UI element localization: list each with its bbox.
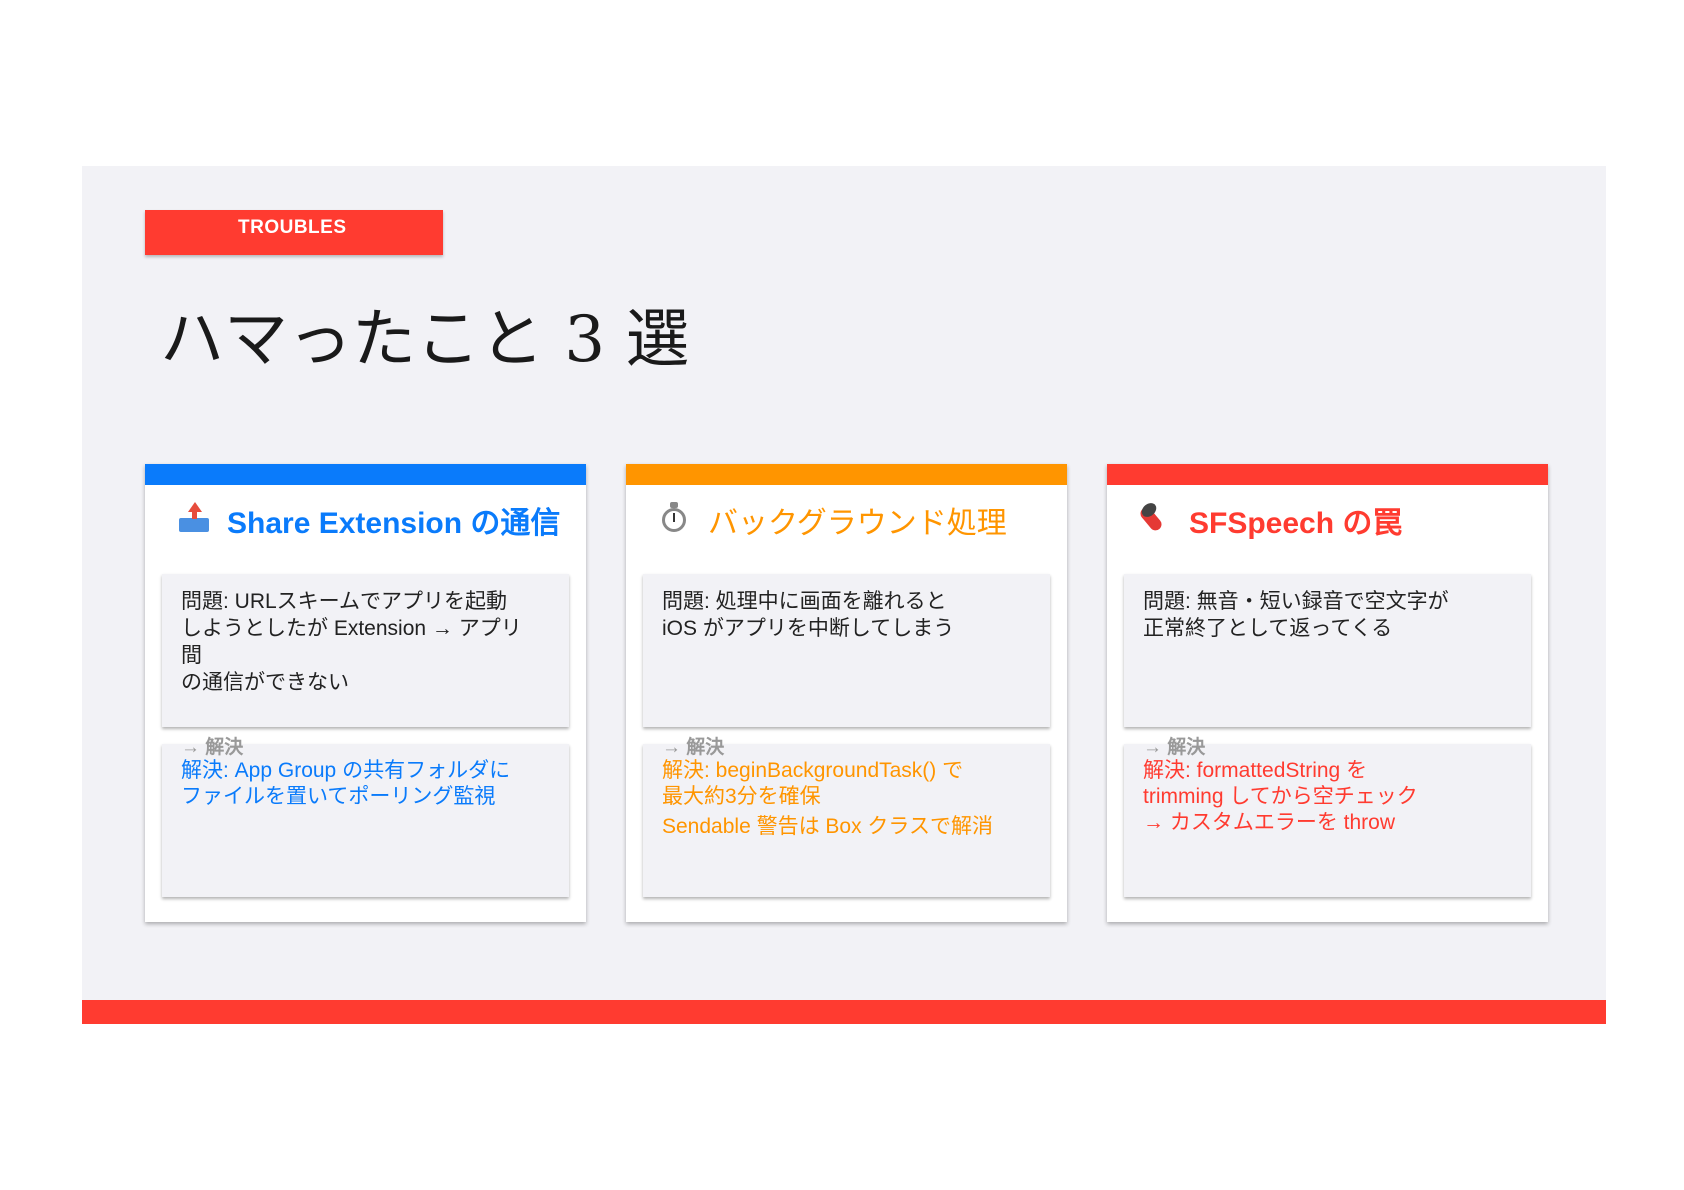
solution-text: 解決: formattedString を trimming してから空チェック…: [1143, 759, 1418, 834]
solution-box: → 解決 解決: App Group の共有フォルダに ファイルを置いてポーリン…: [162, 737, 569, 897]
stopwatch-icon: [658, 502, 694, 538]
card-heading: Share Extension の通信: [227, 507, 561, 540]
microphone-muted-icon: [1138, 500, 1175, 538]
solution-arrow-label: → 解決: [181, 737, 244, 758]
solution-extra-note: Sendable 警告は Box クラスで解消: [662, 815, 994, 838]
solution-arrow-label: → 解決: [1143, 737, 1206, 758]
problem-text: 問題: 無音・短い録音で空文字が 正常終了として返ってくる: [1143, 590, 1449, 640]
card-heading: SFSpeech の罠: [1189, 507, 1403, 540]
problem-box: 問題: URLスキームでアプリを起動 しようとしたが Extension → ア…: [162, 574, 569, 727]
problem-text: 問題: 処理中に画面を離れると iOS がアプリを中断してしまう: [662, 590, 955, 640]
solution-box: → 解決 解決: formattedString を trimming してから…: [1124, 737, 1531, 897]
problem-box: 問題: 処理中に画面を離れると iOS がアプリを中断してしまう: [643, 574, 1050, 727]
problem-text: 問題: URLスキームでアプリを起動 しようとしたが Extension → ア…: [181, 590, 522, 694]
footer-accent-bar: [82, 1000, 1606, 1024]
outbox-tray-icon: [177, 502, 213, 538]
solution-text: 解決: App Group の共有フォルダに ファイルを置いてポーリング監視: [181, 759, 511, 808]
card-background-task: バックグラウンド処理 問題: 処理中に画面を離れると iOS がアプリを中断して…: [626, 464, 1067, 922]
card-accent-bar: [1107, 464, 1548, 485]
solution-box: → 解決 解決: beginBackgroundTask() で 最大約3分を確…: [643, 737, 1050, 897]
card-heading: バックグラウンド処理: [708, 506, 1007, 541]
solution-arrow-label: → 解決: [662, 737, 725, 758]
card-header: バックグラウンド処理: [658, 498, 1007, 542]
card-share-extension: Share Extension の通信 問題: URLスキームでアプリを起動 し…: [145, 464, 586, 922]
section-tag: TROUBLES: [145, 210, 443, 255]
card-accent-bar: [626, 464, 1067, 485]
card-header: SFSpeech の罠: [1138, 498, 1403, 542]
card-header: Share Extension の通信: [177, 498, 560, 542]
card-sfspeech: SFSpeech の罠 問題: 無音・短い録音で空文字が 正常終了として返ってく…: [1107, 464, 1548, 922]
solution-text: 解決: beginBackgroundTask() で 最大約3分を確保 Sen…: [662, 758, 1042, 840]
section-tag-label: TROUBLES: [238, 217, 347, 238]
slide-title: ハマったこと 3 選: [160, 303, 690, 377]
card-accent-bar: [145, 464, 586, 485]
problem-box: 問題: 無音・短い録音で空文字が 正常終了として返ってくる: [1124, 574, 1531, 727]
